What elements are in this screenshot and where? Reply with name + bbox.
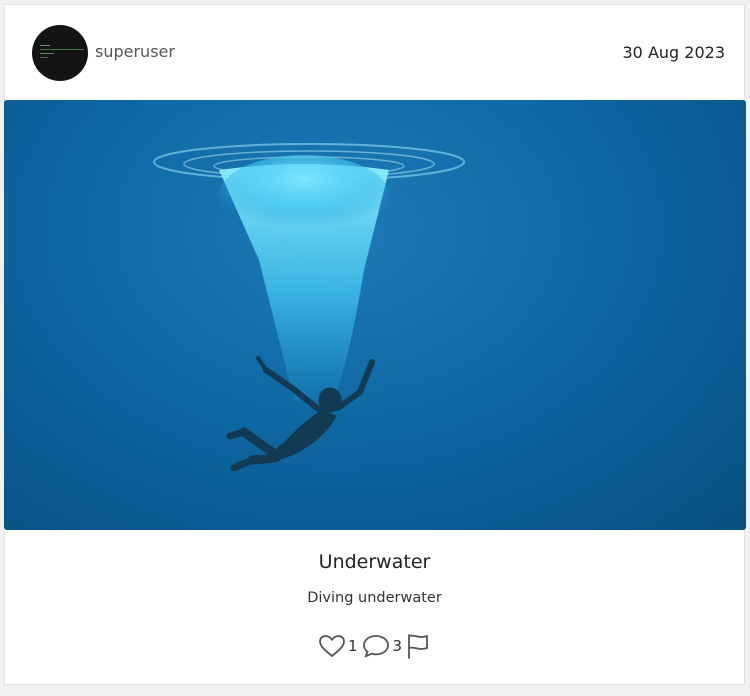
speech-bubble-icon[interactable]	[361, 633, 391, 659]
avatar-detail	[40, 53, 54, 54]
heart-icon[interactable]	[318, 634, 346, 658]
avatar-detail	[40, 57, 48, 58]
post-title: Underwater	[318, 551, 431, 573]
avatar-detail	[40, 45, 50, 46]
underwater-diver-image	[153, 143, 465, 472]
report-action[interactable]	[405, 632, 431, 660]
avatar[interactable]	[32, 25, 88, 81]
comment-count: 3	[392, 637, 403, 655]
like-count: 1	[347, 637, 358, 655]
post-description: Diving underwater	[307, 590, 442, 606]
post-card: superuser 30 Aug 2023 Underwater Diving …	[4, 4, 746, 685]
post-actions: 1 3	[5, 631, 744, 661]
post-image[interactable]	[4, 100, 746, 530]
avatar-detail	[40, 49, 84, 50]
post-header: superuser 30 Aug 2023	[5, 5, 744, 101]
like-action[interactable]: 1	[318, 634, 361, 658]
post-date: 30 Aug 2023	[622, 43, 726, 62]
flag-icon[interactable]	[405, 632, 431, 660]
comment-action[interactable]: 3	[361, 633, 406, 659]
author-username[interactable]: superuser	[95, 42, 175, 61]
bubble-glow	[219, 155, 389, 235]
